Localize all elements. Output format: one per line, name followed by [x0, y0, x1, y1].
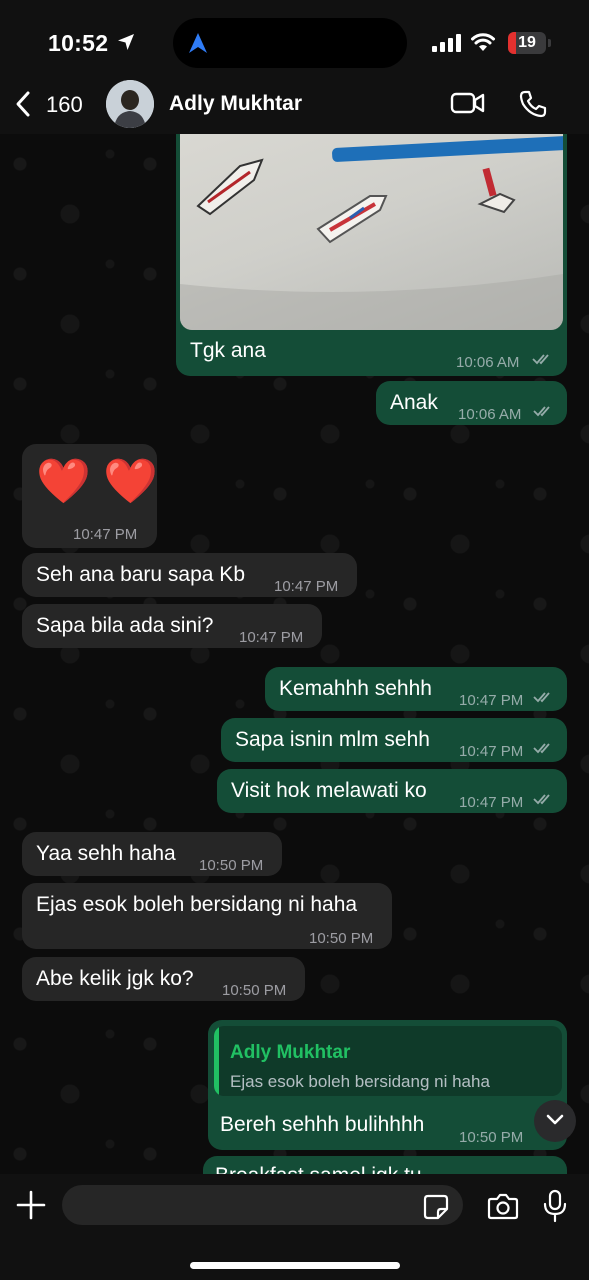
message-time: 10:47 PM: [73, 526, 138, 543]
message-text: Sapa isnin mlm sehh: [235, 728, 430, 751]
camera-icon[interactable]: [487, 1192, 519, 1220]
message-incoming[interactable]: Abe kelik jgk ko? 10:50 PM: [22, 957, 305, 1001]
message-time: 10:50 PM: [309, 930, 374, 947]
message-text: Ejas esok boleh bersidang ni haha: [36, 893, 358, 916]
message-text: Bereh sehhh bulihhhh: [220, 1113, 425, 1136]
navigation-arrow-icon: [189, 33, 207, 53]
message-text: Yaa sehh haha: [36, 842, 176, 865]
message-time: 10:06 AM: [456, 354, 520, 371]
scroll-to-bottom-button[interactable]: [534, 1100, 576, 1142]
wifi-icon: [471, 33, 495, 51]
microphone-icon[interactable]: [543, 1189, 567, 1223]
message-incoming[interactable]: Yaa sehh haha 10:50 PM: [22, 832, 282, 876]
message-text: ❤️ ❤️: [36, 457, 158, 506]
message-time: 10:50 PM: [199, 857, 264, 874]
battery-indicator: 19: [508, 32, 546, 54]
unread-count: 160: [46, 92, 83, 117]
message-outgoing-image[interactable]: Tgk ana 10:06 AM: [176, 134, 567, 376]
message-time: 10:47 PM: [459, 743, 524, 760]
signal-icon: [432, 34, 461, 52]
location-arrow-icon: [118, 34, 134, 50]
message-outgoing[interactable]: Visit hok melawati ko 10:47 PM: [217, 769, 567, 813]
chat-header: 10:52 19 160 Adly Mukhtar: [0, 0, 589, 134]
message-outgoing[interactable]: Sapa isnin mlm sehh 10:47 PM: [221, 718, 567, 762]
message-outgoing[interactable]: Kemahhh sehhh 10:47 PM: [265, 667, 567, 711]
message-time: 10:50 PM: [222, 982, 287, 999]
video-call-icon[interactable]: [450, 90, 486, 116]
message-text: Kemahhh sehhh: [279, 677, 432, 700]
read-receipt-icon: [532, 354, 549, 365]
message-text: Anak: [390, 391, 438, 414]
message-text: Visit hok melawati ko: [231, 779, 427, 802]
chevron-down-icon: [546, 1114, 564, 1125]
home-indicator: [190, 1262, 400, 1269]
message-text: Tgk ana: [190, 339, 266, 362]
message-text: Seh ana baru sapa Kb: [36, 563, 245, 586]
plus-icon[interactable]: [16, 1190, 46, 1220]
message-text: Breakfast samel jgk tu: [215, 1163, 422, 1174]
message-time: 10:47 PM: [459, 794, 524, 811]
message-time: 10:47 PM: [459, 692, 524, 709]
read-receipt-icon: [533, 743, 550, 754]
composer-bar: [0, 1174, 589, 1280]
message-incoming[interactable]: Seh ana baru sapa Kb 10:47 PM: [22, 553, 357, 597]
message-input[interactable]: [62, 1185, 463, 1225]
phone-icon[interactable]: [518, 89, 548, 119]
photo-thumbnail[interactable]: [180, 134, 563, 330]
read-receipt-icon: [533, 794, 550, 805]
sticker-icon[interactable]: [423, 1194, 449, 1220]
message-list[interactable]: Tgk ana 10:06 AM Anak 10:06 AM ❤️ ❤️ 10:…: [0, 134, 589, 1174]
message-incoming-emoji[interactable]: ❤️ ❤️ 10:47 PM: [22, 444, 158, 548]
message-time: 10:47 PM: [239, 629, 304, 646]
message-time: 10:50 PM: [459, 1129, 524, 1146]
message-text: Abe kelik jgk ko?: [36, 967, 194, 990]
quoted-text: Ejas esok boleh bersidang ni haha: [230, 1072, 490, 1091]
status-time: 10:52: [48, 30, 109, 56]
battery-level: 19: [518, 34, 536, 51]
contact-avatar[interactable]: [106, 80, 154, 128]
quoted-sender: Adly Mukhtar: [230, 1042, 351, 1063]
message-time: 10:06 AM: [458, 406, 522, 423]
dynamic-island: [173, 18, 407, 68]
message-outgoing[interactable]: Breakfast samel jgk tu: [203, 1156, 567, 1174]
contact-name[interactable]: Adly Mukhtar: [169, 92, 302, 116]
message-time: 10:47 PM: [274, 578, 339, 595]
read-receipt-icon: [533, 406, 550, 417]
avatar-image: [106, 80, 154, 128]
message-incoming[interactable]: Ejas esok boleh bersidang ni haha 10:50 …: [22, 883, 392, 949]
message-incoming[interactable]: Sapa bila ada sini? 10:47 PM: [22, 604, 322, 648]
message-outgoing-reply[interactable]: Adly Mukhtar Ejas esok boleh bersidang n…: [208, 1020, 567, 1150]
chevron-left-icon: [16, 91, 30, 117]
message-outgoing[interactable]: Anak 10:06 AM: [376, 381, 567, 425]
back-button[interactable]: 160: [14, 88, 94, 122]
quoted-message[interactable]: Adly Mukhtar Ejas esok boleh bersidang n…: [214, 1026, 562, 1096]
message-text: Sapa bila ada sini?: [36, 614, 214, 637]
read-receipt-icon: [533, 692, 550, 703]
photo-image: [180, 135, 563, 330]
